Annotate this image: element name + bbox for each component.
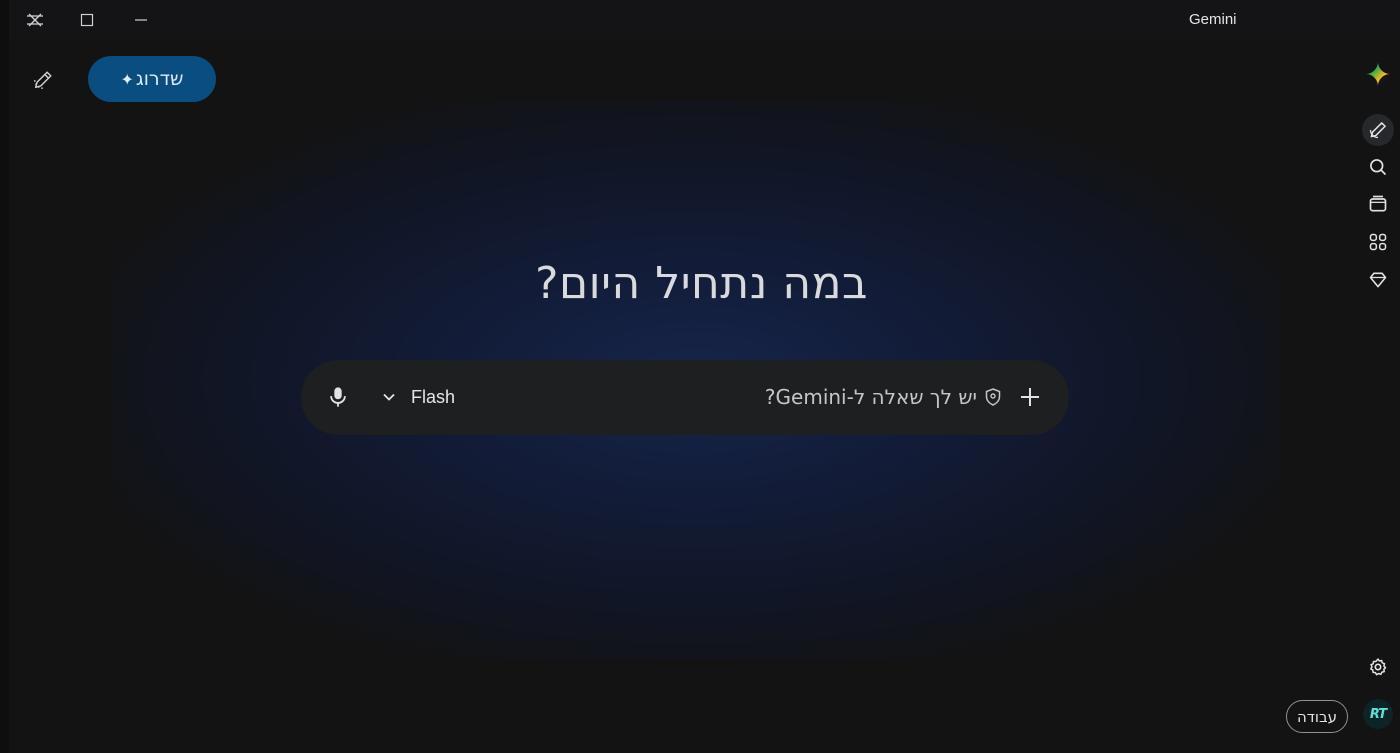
prompt-bar[interactable]: Flash יש לך שאלה ל-Gemini? [301,360,1069,435]
minimize-window-button[interactable] [115,0,167,40]
page-headline: במה נתחיל היום? [535,258,868,309]
rail-gallery-button[interactable] [1362,188,1394,220]
chevron-down-icon [383,393,395,401]
main-content: שדרוג ✦ במה נתחיל היום? Flash יש לך שאלה… [9,40,1400,753]
close-window-button[interactable] [9,0,61,40]
microphone-icon [330,387,346,407]
model-label: Flash [411,386,456,407]
edit-icon [34,71,52,89]
gemini-logo-button[interactable] [1362,58,1394,90]
gallery-icon [1369,195,1387,212]
rail-apps-button[interactable] [1362,226,1394,258]
add-attachment-button[interactable] [1017,384,1043,410]
work-account-chip[interactable]: עבודה [1286,700,1348,733]
rail-new-chat-button[interactable] [1362,114,1394,146]
apps-icon [1369,233,1387,251]
maximize-window-button[interactable] [61,0,113,40]
plus-icon [1021,388,1039,406]
app-window: Gemini שדרוג ✦ במה נתחיל היום? Flash יש … [0,0,1400,753]
minimize-icon [135,19,147,21]
search-icon [1370,159,1387,176]
upgrade-button[interactable]: שדרוג ✦ [88,56,216,102]
right-rail [1354,40,1400,753]
shield-icon [985,388,1001,406]
rail-search-button[interactable] [1362,151,1394,183]
upgrade-label: שדרוג [135,68,184,90]
settings-button[interactable] [1363,652,1393,682]
model-selector[interactable]: Flash [381,384,455,410]
titlebar: Gemini [9,0,1400,40]
window-edge [0,0,9,753]
new-chat-icon [1369,122,1386,139]
close-icon [27,13,43,27]
gear-icon [1370,658,1387,676]
maximize-icon [80,13,94,27]
sparkle-icon: ✦ [120,69,134,89]
prompt-placeholder: יש לך שאלה ל-Gemini? [764,385,977,409]
gemini-logo-icon [1365,61,1391,87]
window-title: Gemini [1189,11,1237,28]
new-chat-button[interactable] [29,66,57,94]
microphone-button[interactable] [325,384,351,410]
prompt-input[interactable]: יש לך שאלה ל-Gemini? [765,384,1001,410]
avatar[interactable]: RT [1363,699,1393,729]
